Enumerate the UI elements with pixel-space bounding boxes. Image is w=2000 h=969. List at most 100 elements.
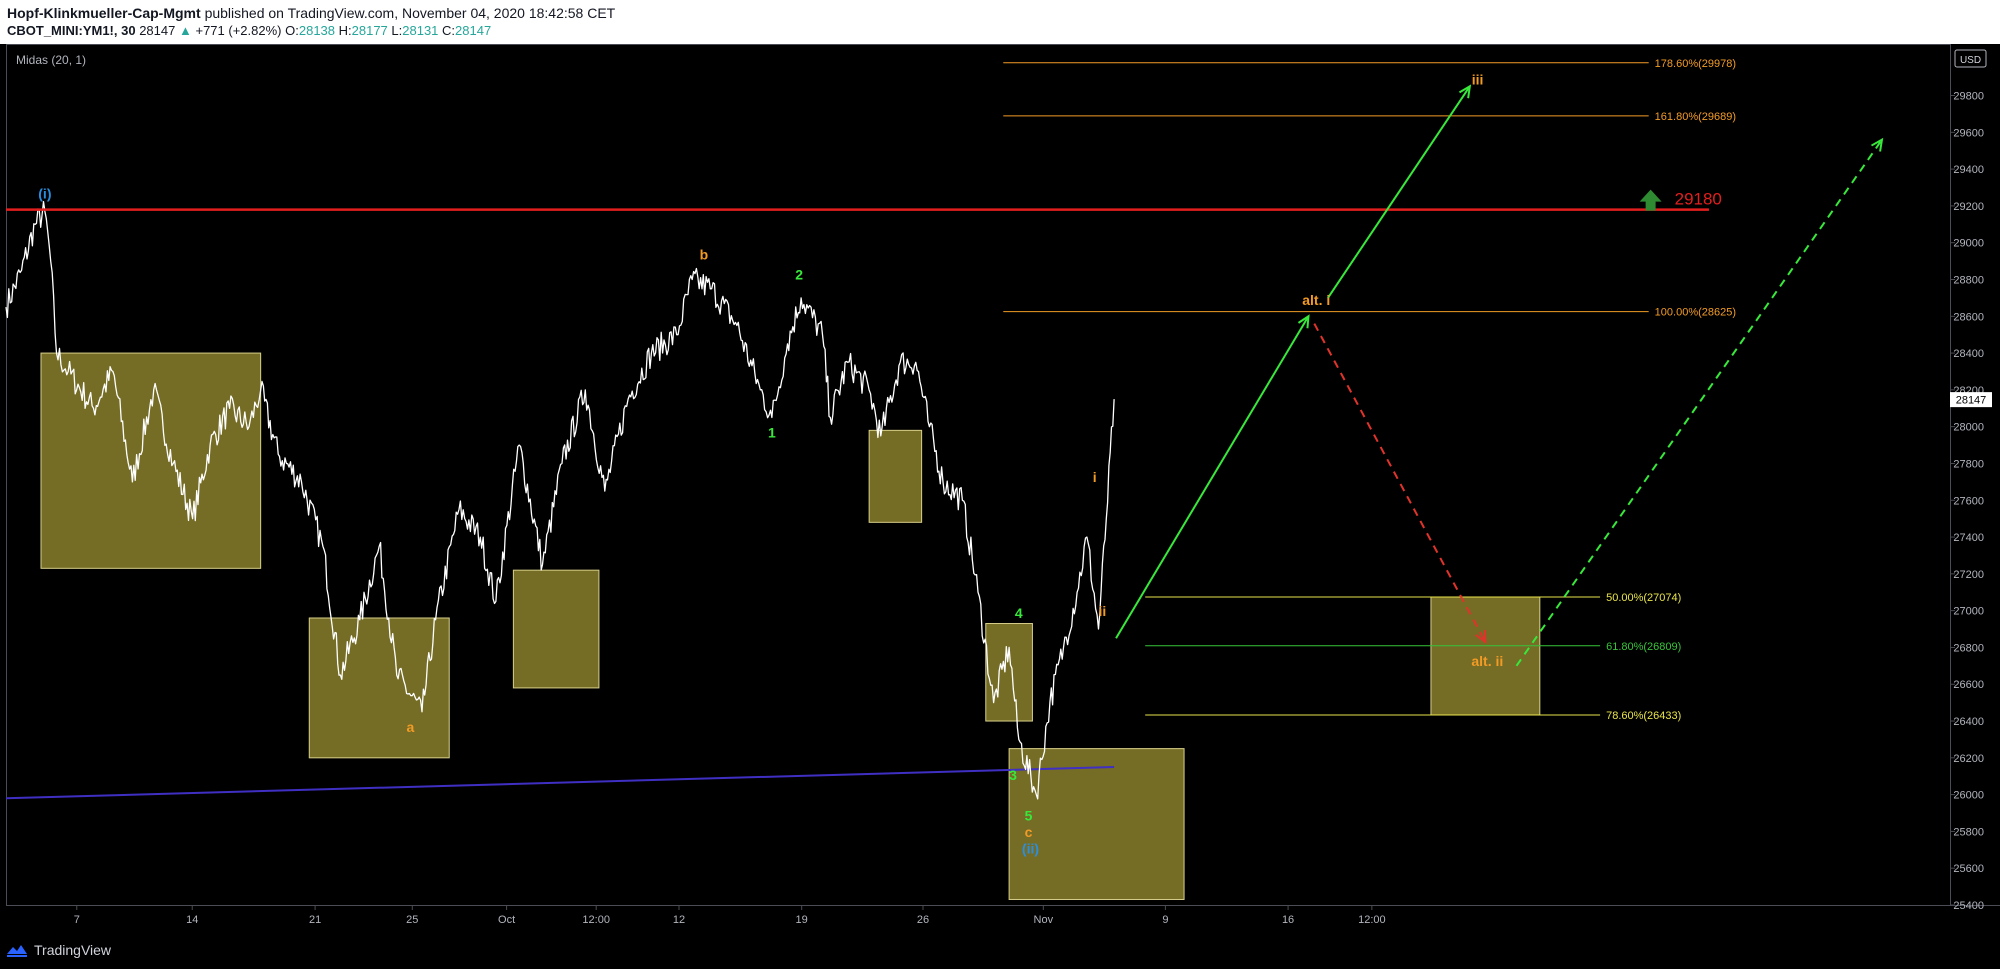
low-label: L: [391,23,403,38]
time-tick-label-2: 14 [186,914,198,926]
chart-canvas[interactable]: Midas (20, 1) USD 29180178.60%(29978)161… [0,44,2000,931]
wave-label-14: alt. i [1302,292,1330,308]
chart-area[interactable]: Midas (20, 1) USD 29180 178.60%(29978) 161… [0,44,2000,931]
projection-line-3 [1313,323,1487,643]
fib-level-label-5: 61.80%(26809) [1606,641,1681,653]
wave-label-2: a [406,719,414,735]
fib-level-label-1: 178.60%(29978) [1655,58,1736,70]
tradingview-logo[interactable]: TradingView [6,940,111,960]
wave-label-8: 5 [1025,807,1033,823]
price-tick-label-2: 25600 [1953,863,1984,875]
time-tick-label-8: 19 [796,914,808,926]
projection-line-1 [1115,315,1310,639]
last-price-tag: 28147 [1950,392,1992,408]
price-tick-label-6: 26400 [1953,716,1984,728]
change-arrow-icon: ▲ [178,23,192,38]
price-tick-label-7: 26600 [1953,679,1984,691]
resistance-label: 29180 [1675,190,1722,209]
brand-name: TradingView [34,942,112,958]
wave-label-5: 2 [795,266,803,282]
time-tick-label-11: 9 [1162,914,1168,926]
wave-label-12: ii [1099,603,1107,619]
last-price-tag-text: 28147 [1956,395,1987,407]
wave-label-15: alt. ii [1471,653,1503,669]
high-value: 28177 [351,23,388,38]
plot-border [6,44,1951,906]
indicator-label[interactable]: Midas (20, 1) [16,53,86,67]
price-tick-label-22: 29600 [1953,127,1984,139]
symbol-info-line: CBOT_MINI:YM1!, 30 28147 ▲ +771 (+2.82%)… [7,23,491,38]
price-tick-label-21: 29400 [1953,164,1984,176]
wave-label-9: c [1025,824,1033,840]
projection-line-2 [1327,85,1471,299]
wave-label-6: 4 [1015,605,1023,621]
price-change: +771 (+2.82%) [195,23,282,38]
price-tick-label-8: 26800 [1953,642,1984,654]
high-label: H: [338,23,352,38]
price-tick-label-10: 27200 [1953,569,1984,581]
midas-layer [5,766,1115,800]
projection-line-4 [1515,139,1883,667]
price-tick-label-19: 29000 [1953,238,1984,250]
price-tick-label-9: 27000 [1953,606,1984,618]
time-tick-label-10: Nov [1034,914,1054,926]
publication-info: published on TradingView.com, November 0… [204,5,616,21]
price-tick-label-3: 25800 [1953,826,1984,838]
time-tick-label-9: 26 [917,914,929,926]
axes-frame [6,44,2000,906]
open-value: 28138 [298,23,336,38]
wave-label-13: iii [1472,71,1484,87]
price-tick-label-11: 27400 [1953,532,1984,544]
wave-label-1: (i) [38,186,51,202]
price-tick-label-18: 28800 [1953,274,1984,286]
zone-box-2 [308,617,450,759]
symbol-name[interactable]: CBOT_MINI:YM1!, 30 [7,23,136,38]
price-axis[interactable]: 25400 25600 25800 26000 26200 26400 26600 26800… [1950,91,1984,912]
publication-line: Hopf-Klinkmueller-Cap-Mgmt published on … [7,5,615,21]
zone-box-6 [1008,748,1185,900]
zone-box-5 [985,623,1033,722]
low-value: 28131 [402,23,439,38]
supply-demand-zones [40,352,1541,900]
close-label: C: [442,23,456,38]
last-price: 28147 [139,23,176,38]
currency-badge[interactable]: USD [1954,49,1987,68]
tradingview-logo-icon [7,945,27,957]
time-tick-label-13: 12:00 [1358,914,1386,926]
price-tick-label-5: 26200 [1953,753,1984,765]
price-tick-label-1: 25400 [1953,900,1984,912]
time-tick-label-5: Oct [498,914,515,926]
time-axis[interactable]: 7 14 21 25 Oct 12:00 12 19 26 Nov 9 16 12:00 [74,905,1386,926]
currency-label: USD [1960,55,1981,66]
close-value: 28147 [455,23,492,38]
wave-label-7: 3 [1009,767,1017,783]
price-tick-label-23: 29800 [1953,91,1984,103]
open-label: O: [285,23,299,38]
price-tick-label-13: 27800 [1953,458,1984,470]
time-tick-label-6: 12:00 [582,914,610,926]
footer-bar: TradingView [0,931,2000,969]
fib-level-label-4: 50.00%(27074) [1606,592,1681,604]
time-tick-label-4: 25 [406,914,418,926]
time-tick-label-3: 21 [309,914,321,926]
price-tick-label-16: 28400 [1953,348,1984,360]
wave-label-10: (ii) [1022,840,1039,856]
chart-header: Hopf-Klinkmueller-Cap-Mgmt published on … [0,0,2000,44]
up-arrow-icon [1639,189,1662,211]
zone-box-3 [512,569,600,689]
fib-level-label-2: 161.80%(29689) [1655,111,1736,123]
wave-label-3: b [700,246,709,262]
price-tick-label-12: 27600 [1953,495,1984,507]
wave-label-4: 1 [768,425,776,441]
wave-label-11: i [1093,469,1097,485]
fib-level-label-6: 78.60%(26433) [1606,710,1681,722]
fib-level-label-3: 100.00%(28625) [1655,307,1736,319]
zone-box-1 [40,352,262,569]
time-tick-label-7: 12 [673,914,685,926]
price-tick-label-17: 28600 [1953,311,1984,323]
author-name[interactable]: Hopf-Klinkmueller-Cap-Mgmt [7,5,201,21]
price-tick-label-4: 26000 [1953,790,1984,802]
time-tick-label-12: 16 [1282,914,1294,926]
projection-lines [1115,84,1884,667]
zone-box-4 [868,429,923,523]
